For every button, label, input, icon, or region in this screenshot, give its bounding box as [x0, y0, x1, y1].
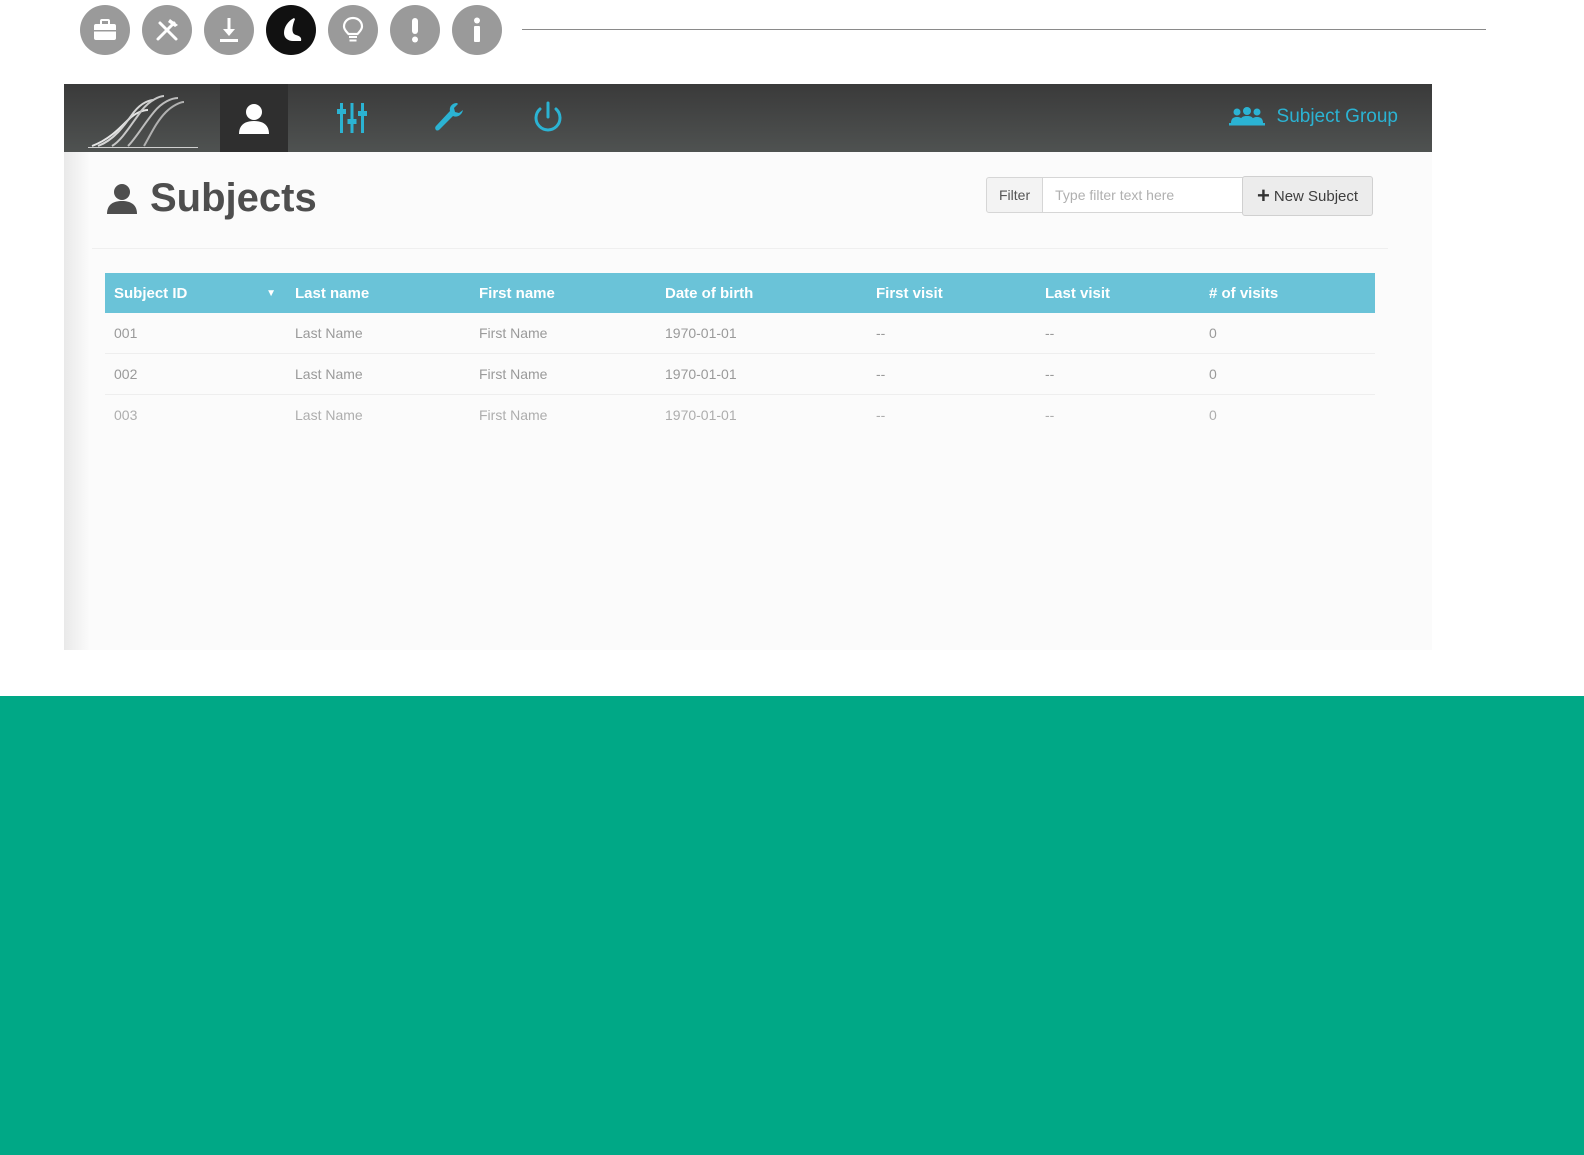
column-header-last-visit[interactable]: Last visit: [1036, 273, 1200, 313]
new-subject-button[interactable]: + New Subject: [1242, 176, 1374, 216]
install-icon: [204, 5, 254, 55]
cell-date-of-birth: 1970-01-01: [665, 407, 737, 423]
cell-first-name: First Name: [479, 366, 548, 382]
header-divider-line: [522, 29, 1486, 30]
nav-tools[interactable]: [416, 84, 484, 152]
subject-group-link[interactable]: Subject Group: [1228, 106, 1398, 128]
page-title-text: Subjects: [150, 176, 317, 220]
info-icon: [452, 5, 502, 55]
filter-label: Filter: [986, 177, 1044, 213]
plus-icon: +: [1257, 183, 1270, 208]
power-icon: [534, 101, 562, 132]
user-icon: [239, 104, 269, 134]
cell-last-name: Last Name: [295, 366, 363, 382]
nav-subjects[interactable]: [220, 84, 288, 152]
filter-input[interactable]: [1043, 177, 1265, 213]
cell-subject-id: 001: [114, 325, 138, 341]
brand-logo[interactable]: [88, 90, 198, 149]
table-row[interactable]: 003 Last Name First Name 1970-01-01 -- -…: [105, 395, 1375, 435]
lightbulb-icon: [328, 5, 378, 55]
cell-first-visit: --: [876, 325, 886, 341]
cell-last-visit: --: [1045, 407, 1055, 423]
column-header-subject-id[interactable]: Subject ID ▼: [105, 273, 286, 313]
tools-icon: [142, 5, 192, 55]
group-icon: [1228, 107, 1265, 126]
cell-last-visit: --: [1045, 325, 1055, 341]
column-header-date-of-birth[interactable]: Date of birth: [656, 273, 867, 313]
navbar: Subject Group: [64, 84, 1432, 152]
new-subject-label: New Subject: [1273, 187, 1359, 205]
table-row[interactable]: 002 Last Name First Name 1970-01-01 -- -…: [105, 354, 1375, 395]
subjects-table: Subject ID ▼ Last name First name Date o…: [105, 273, 1375, 435]
header-rule: [92, 248, 1388, 249]
column-header-first-visit[interactable]: First visit: [867, 273, 1036, 313]
cell-first-visit: --: [876, 366, 886, 382]
cell-first-visit: --: [876, 407, 886, 423]
table-row[interactable]: 001 Last Name First Name 1970-01-01 -- -…: [105, 313, 1375, 354]
cell-first-name: First Name: [479, 407, 548, 423]
user-icon: [107, 183, 137, 214]
wrench-icon: [435, 103, 463, 131]
page-title: Subjects: [104, 176, 317, 221]
subject-group-label: Subject Group: [1276, 106, 1398, 127]
cell-last-visit: --: [1045, 366, 1055, 382]
column-header-last-name[interactable]: Last name: [286, 273, 470, 313]
manual-icon-strip: [80, 4, 514, 56]
cell-subject-id: 002: [114, 366, 138, 382]
column-header-visits[interactable]: # of visits: [1200, 273, 1375, 313]
cell-date-of-birth: 1970-01-01: [665, 366, 737, 382]
cell-visits: 0: [1209, 407, 1217, 423]
cell-first-name: First Name: [479, 325, 548, 341]
filter-group: Filter: [986, 177, 1265, 213]
cell-date-of-birth: 1970-01-01: [665, 325, 737, 341]
cell-visits: 0: [1209, 366, 1217, 382]
nav-settings[interactable]: [318, 84, 386, 152]
column-header-first-name[interactable]: First name: [470, 273, 656, 313]
sliders-icon: [337, 103, 367, 133]
warning-icon: [390, 5, 440, 55]
nav-logout[interactable]: [514, 84, 582, 152]
briefcase-icon: [80, 5, 130, 55]
cell-last-name: Last Name: [295, 325, 363, 341]
cell-subject-id: 003: [114, 407, 138, 423]
foot-icon: [266, 5, 316, 55]
sort-caret-icon: ▼: [266, 287, 276, 299]
cell-visits: 0: [1209, 325, 1217, 341]
app-window: Subject Group Subjects Filter + New Subj…: [64, 84, 1432, 650]
cell-last-name: Last Name: [295, 407, 363, 423]
table-header: Subject ID ▼ Last name First name Date o…: [105, 273, 1375, 313]
green-band: [0, 696, 1584, 1155]
